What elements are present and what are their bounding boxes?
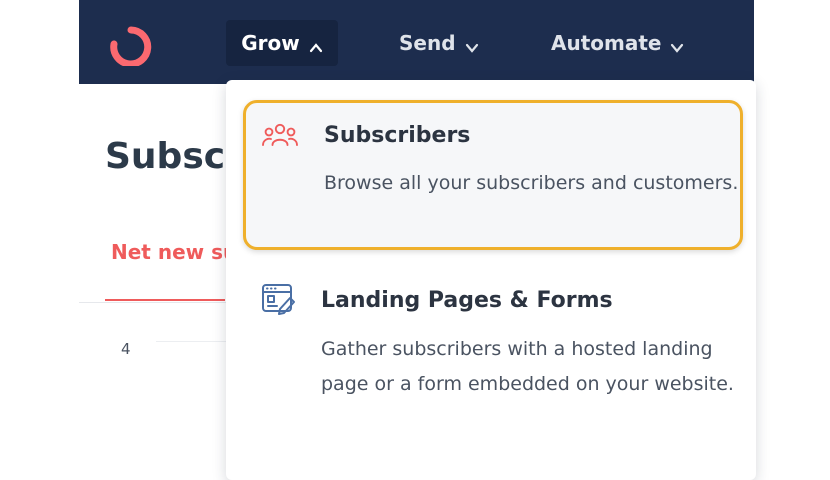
grow-dropdown-menu: Subscribers Browse all your subscribers … [226,80,756,480]
nav-send-label: Send [399,31,456,55]
nav-send[interactable]: Send [399,20,479,66]
convertkit-logo[interactable] [104,22,154,68]
nav-grow[interactable]: Grow [226,20,338,66]
chevron-up-icon [309,36,323,53]
chevron-down-icon [465,36,479,53]
tab-net-new-subscribers[interactable]: Net new su [111,240,237,264]
menu-item-subscribers[interactable]: Subscribers Browse all your subscribers … [243,100,743,250]
menu-item-description: Gather subscribers with a hosted landing… [321,338,734,395]
nav-automate[interactable]: Automate [551,20,684,66]
menu-item-title: Landing Pages & Forms [321,288,613,313]
nav-grow-label: Grow [241,31,300,55]
active-tab-indicator [105,299,225,301]
menu-item-landing-pages-forms[interactable]: Landing Pages & Forms Gather subscribers… [243,268,743,448]
menu-item-description: Browse all your subscribers and customer… [324,172,739,194]
chart-grid-line [156,341,236,342]
chevron-down-icon [670,36,684,53]
form-edit-icon [261,282,301,318]
nav-automate-label: Automate [551,31,662,55]
menu-item-title: Subscribers [324,123,471,148]
tabs-divider [79,302,239,303]
chart-y-tick: 4 [121,340,131,358]
people-icon [260,121,300,157]
